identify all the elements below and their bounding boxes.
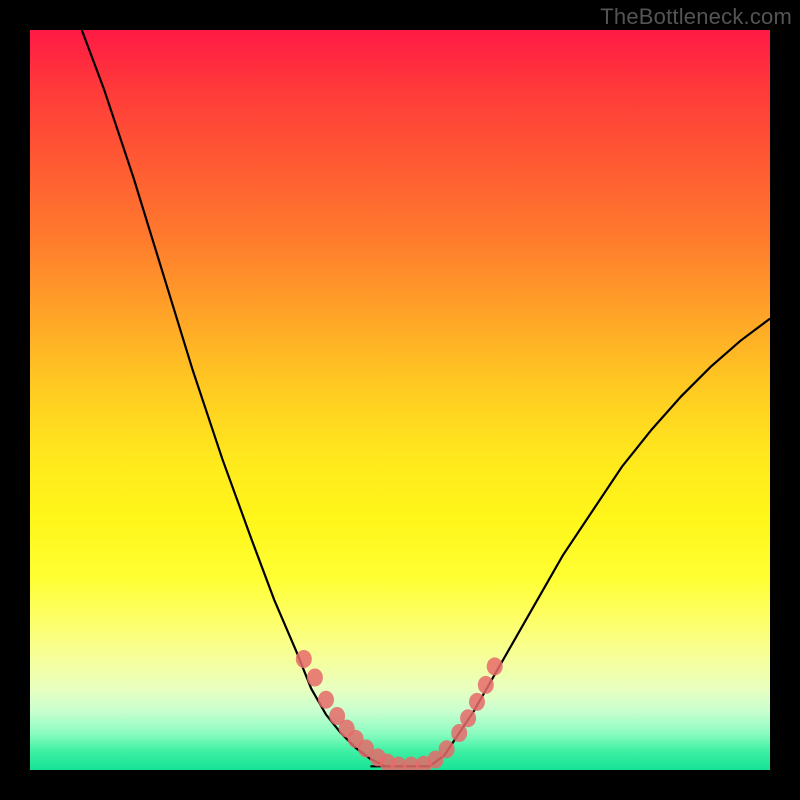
marker-point <box>451 724 467 742</box>
chart-container: TheBottleneck.com <box>0 0 800 800</box>
marker-point <box>478 676 494 694</box>
marker-point <box>439 740 455 758</box>
marker-point <box>307 669 323 687</box>
marker-group <box>296 650 503 770</box>
marker-point <box>460 709 476 727</box>
chart-svg <box>30 30 770 770</box>
watermark-text: TheBottleneck.com <box>600 4 792 30</box>
marker-point <box>318 691 334 709</box>
marker-point <box>487 657 503 675</box>
marker-point <box>469 693 485 711</box>
marker-point <box>296 650 312 668</box>
plot-area <box>30 30 770 770</box>
bottleneck-curve <box>82 30 770 766</box>
